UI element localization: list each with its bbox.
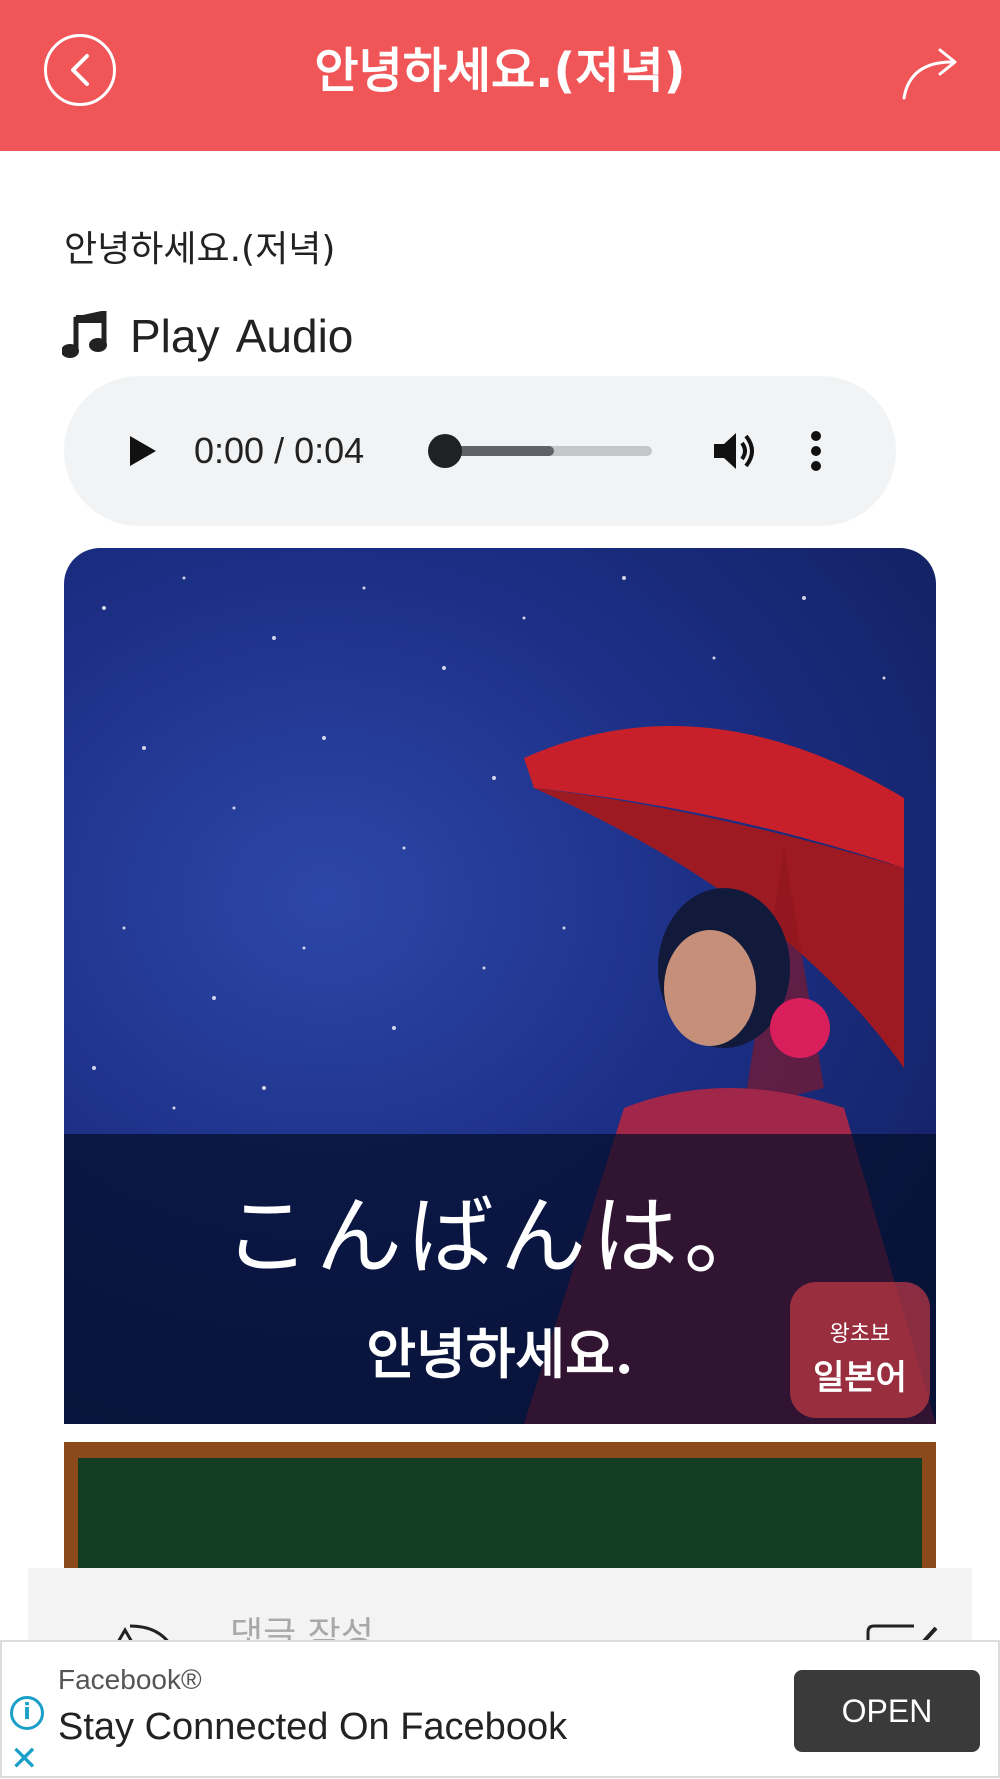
ad-info-icon[interactable]: i xyxy=(10,1696,44,1730)
playback-time: 0:00 / 0:04 xyxy=(194,430,365,471)
comment-bar[interactable]: 댓글 작성 xyxy=(28,1568,972,1648)
play-icon xyxy=(130,436,156,466)
ad-open-button[interactable]: OPEN xyxy=(794,1670,980,1752)
chevron-left-icon xyxy=(71,54,89,86)
ad-banner[interactable]: i ✕ Facebook® Stay Connected On Facebook… xyxy=(0,1640,1000,1778)
ad-close-icon[interactable]: ✕ xyxy=(10,1742,44,1776)
audio-heading: Play Audio xyxy=(62,306,353,366)
audio-heading-label: Play Audio xyxy=(130,310,354,362)
audio-player: 0:00 / 0:04 xyxy=(64,376,896,526)
more-vertical-icon xyxy=(811,431,821,471)
seek-bar[interactable] xyxy=(434,446,652,456)
music-note-icon xyxy=(62,311,107,358)
volume-icon xyxy=(714,433,754,469)
japanese-phrase: こんばんは。 xyxy=(224,1187,776,1287)
seek-thumb[interactable] xyxy=(428,434,462,468)
chalkboard-surface xyxy=(78,1458,922,1572)
app-header: 안녕하세요.(저녁) xyxy=(0,0,1000,151)
brand-logo: 왕초보 일본어 xyxy=(790,1282,930,1418)
ad-title[interactable]: Stay Connected On Facebook xyxy=(58,1706,567,1749)
back-button[interactable] xyxy=(44,34,116,106)
logo-line2: 일본어 xyxy=(813,1358,907,1398)
more-options-button[interactable] xyxy=(804,428,828,474)
share-arrow-icon xyxy=(902,48,957,100)
volume-button[interactable] xyxy=(712,428,760,474)
ad-brand: Facebook® xyxy=(58,1664,202,1695)
play-button[interactable] xyxy=(122,430,162,472)
share-button[interactable] xyxy=(900,46,962,102)
chalkboard-image xyxy=(64,1442,936,1572)
lesson-image: こんばんは。 안녕하세요. 왕초보 일본어 xyxy=(64,548,936,1424)
logo-line1: 왕초보 xyxy=(829,1322,891,1347)
page-title: 안녕하세요.(저녁) xyxy=(314,43,686,99)
lesson-label: 안녕하세요.(저녁) xyxy=(64,229,336,270)
